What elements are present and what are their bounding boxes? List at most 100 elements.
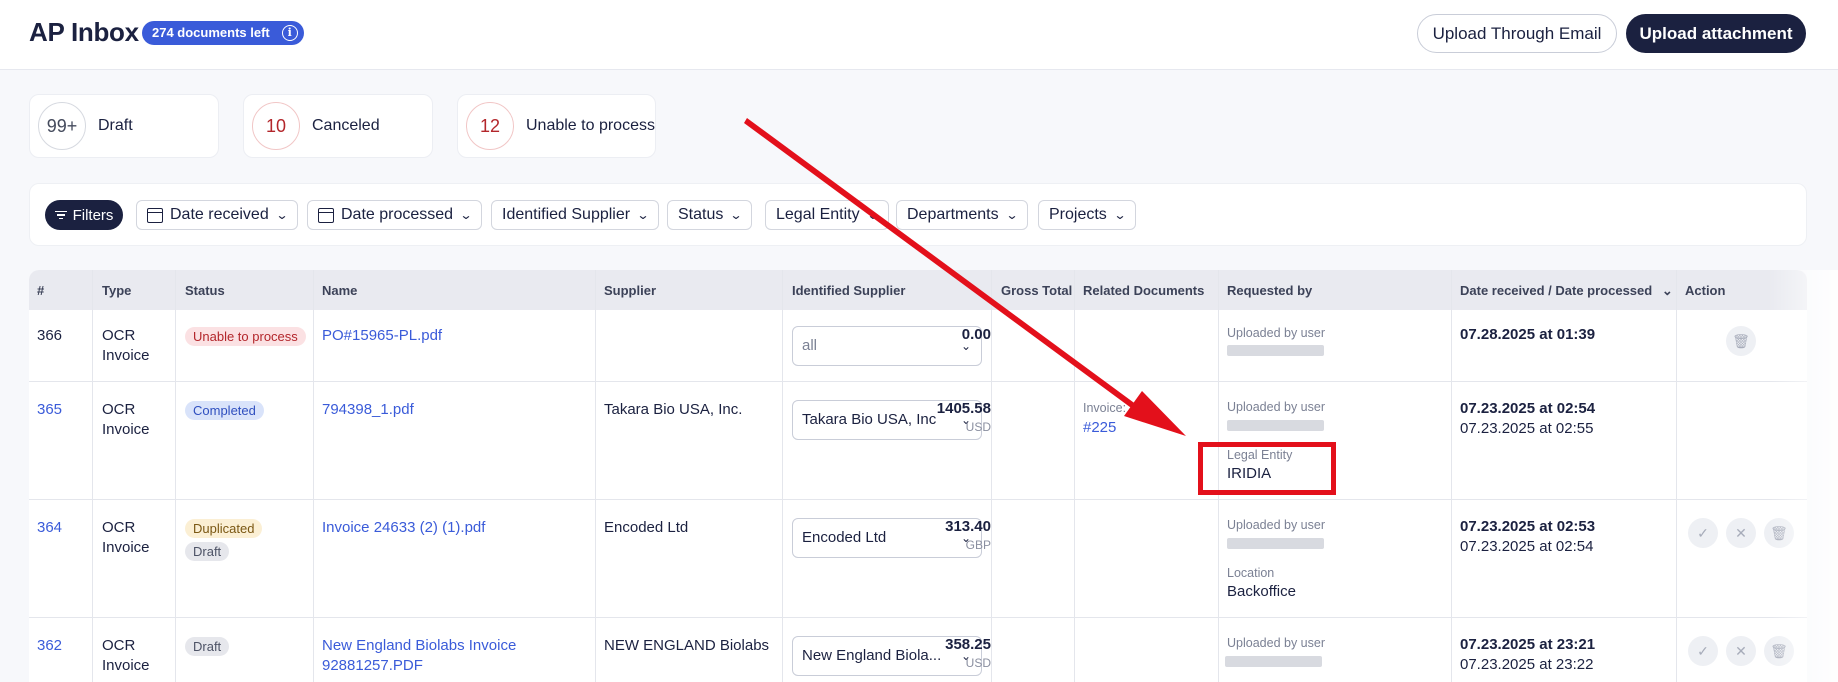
filter-departments[interactable]: Departments ⌄ [896, 200, 1028, 230]
document-link[interactable]: PO#15965-PL.pdf [322, 326, 442, 346]
column-divider [313, 270, 314, 682]
supplier-name: NEW ENGLAND Biolabs [604, 637, 770, 654]
trash-icon[interactable]: 🗑 [1764, 518, 1794, 548]
filter-date-received[interactable]: Date received ⌄ [136, 200, 298, 230]
col-name[interactable]: Name [322, 283, 357, 298]
chevron-down-icon: ⌄ [275, 208, 289, 222]
info-icon[interactable]: i [281, 25, 298, 41]
table-header: # Type Status Name Supplier Identified S… [29, 270, 1807, 310]
row-divider [29, 381, 1807, 382]
column-divider [782, 270, 783, 682]
requested-by-label: Uploaded by user [1227, 636, 1325, 650]
row-type: Invoice [102, 421, 150, 438]
supplier-name: Takara Bio USA, Inc. [604, 401, 743, 418]
page-title: AP Inbox [29, 17, 139, 47]
date-received: 07.23.2025 at 23:21 [1460, 636, 1596, 653]
draft-label: Draft [98, 117, 133, 134]
row-type: Invoice [102, 539, 150, 556]
stat-card-unable-to-process[interactable]: 12 Unable to process [457, 94, 656, 158]
filter-lines-icon [54, 209, 67, 222]
documents-left-text: 274 documents left [152, 25, 270, 40]
filter-projects[interactable]: Projects ⌄ [1038, 200, 1136, 230]
filter-date-received-label: Date received [170, 206, 269, 223]
filter-legal-entity[interactable]: Legal Entity ⌄ [765, 200, 889, 230]
chevron-down-icon: ⌄ [729, 208, 743, 222]
supplier-name: Encoded Ltd [604, 519, 689, 536]
document-link[interactable]: New England Biolabs Invoice [322, 636, 516, 656]
row-type: OCR [102, 401, 136, 418]
unable-label: Unable to process [526, 117, 655, 134]
chevron-down-icon: ⌄ [866, 208, 880, 222]
col-identified-supplier[interactable]: Identified Supplier [792, 283, 905, 298]
redacted-user [1225, 656, 1322, 667]
trash-icon[interactable]: 🗑 [1764, 636, 1794, 666]
col-supplier[interactable]: Supplier [604, 283, 656, 298]
annotation-highlight-box [1198, 442, 1336, 495]
canceled-label: Canceled [312, 117, 380, 134]
filter-status[interactable]: Status ⌄ [667, 200, 753, 230]
col-related-documents[interactable]: Related Documents [1083, 283, 1204, 298]
related-doc-link[interactable]: #225 [1083, 418, 1116, 438]
document-link[interactable]: 794398_1.pdf [322, 400, 414, 420]
close-icon[interactable]: ✕ [1726, 518, 1756, 548]
identified-supplier-value: all [802, 337, 818, 354]
currency: GBP [965, 538, 991, 552]
row-type: Invoice [102, 657, 150, 674]
stat-card-canceled[interactable]: 10 Canceled [243, 94, 433, 158]
row-divider [29, 499, 1807, 500]
column-divider [991, 270, 992, 682]
filter-status-label: Status [678, 206, 724, 223]
filter-date-processed[interactable]: Date processed ⌄ [307, 200, 483, 230]
date-processed: 07.23.2025 at 02:55 [1460, 420, 1594, 437]
row-number[interactable]: 364 [37, 518, 62, 538]
check-icon[interactable]: ✓ [1688, 636, 1718, 666]
col-num[interactable]: # [37, 283, 44, 298]
canceled-count: 10 [252, 102, 300, 150]
chevron-down-icon: ⌄ [459, 208, 473, 222]
filters-button[interactable]: Filters [45, 200, 123, 230]
filter-date-processed-label: Date processed [341, 206, 454, 223]
top-header: AP Inbox 274 documents left i Upload Thr… [0, 0, 1838, 70]
stat-card-draft[interactable]: 99+ Draft [29, 94, 219, 158]
requested-by-label: Uploaded by user [1227, 518, 1325, 532]
document-link[interactable]: Invoice 24633 (2) (1).pdf [322, 518, 485, 538]
calendar-icon [318, 207, 334, 223]
related-doc-label: Invoice: [1083, 401, 1127, 415]
row-number[interactable]: 365 [37, 400, 62, 420]
redacted-user [1227, 538, 1324, 549]
filter-departments-label: Departments [907, 206, 999, 223]
row-type: Invoice [102, 347, 150, 364]
location-value: Backoffice [1227, 583, 1296, 600]
gross-total: 0.00 [961, 326, 991, 343]
column-divider [175, 270, 176, 682]
col-status[interactable]: Status [185, 283, 225, 298]
col-action: Action [1685, 283, 1726, 298]
chevron-down-icon: ⌄ [1113, 208, 1127, 222]
status-badge: Completed [185, 401, 264, 420]
row-number[interactable]: 362 [37, 636, 62, 656]
requested-by-label: Uploaded by user [1227, 326, 1325, 340]
upload-attachment-button[interactable]: Upload attachment [1626, 14, 1806, 53]
upload-through-email-button[interactable]: Upload Through Email [1417, 14, 1617, 53]
close-icon[interactable]: ✕ [1726, 636, 1756, 666]
status-badge: Draft [185, 637, 230, 656]
check-icon[interactable]: ✓ [1688, 518, 1718, 548]
column-divider [92, 270, 93, 682]
filter-identified-supplier[interactable]: Identified Supplier ⌄ [491, 200, 660, 230]
col-type[interactable]: Type [102, 283, 131, 298]
document-link[interactable]: 92881257.PDF [322, 656, 423, 676]
status-badge: Unable to process [185, 327, 306, 346]
col-dates[interactable]: Date received / Date processed ⌄ [1460, 283, 1673, 299]
col-gross-total[interactable]: Gross Total [1001, 283, 1072, 298]
row-type: OCR [102, 327, 136, 344]
gross-total: 313.40 [945, 518, 991, 535]
currency: USD [965, 420, 991, 434]
unable-count: 12 [466, 102, 514, 150]
col-requested-by[interactable]: Requested by [1227, 283, 1312, 298]
column-divider [1074, 270, 1075, 682]
chevron-down-icon: ⌄ [1661, 283, 1673, 298]
redacted-user [1227, 345, 1324, 356]
status-badge: Duplicated [185, 519, 263, 538]
date-processed: 07.23.2025 at 02:54 [1460, 538, 1594, 555]
trash-icon[interactable]: 🗑 [1726, 326, 1756, 356]
